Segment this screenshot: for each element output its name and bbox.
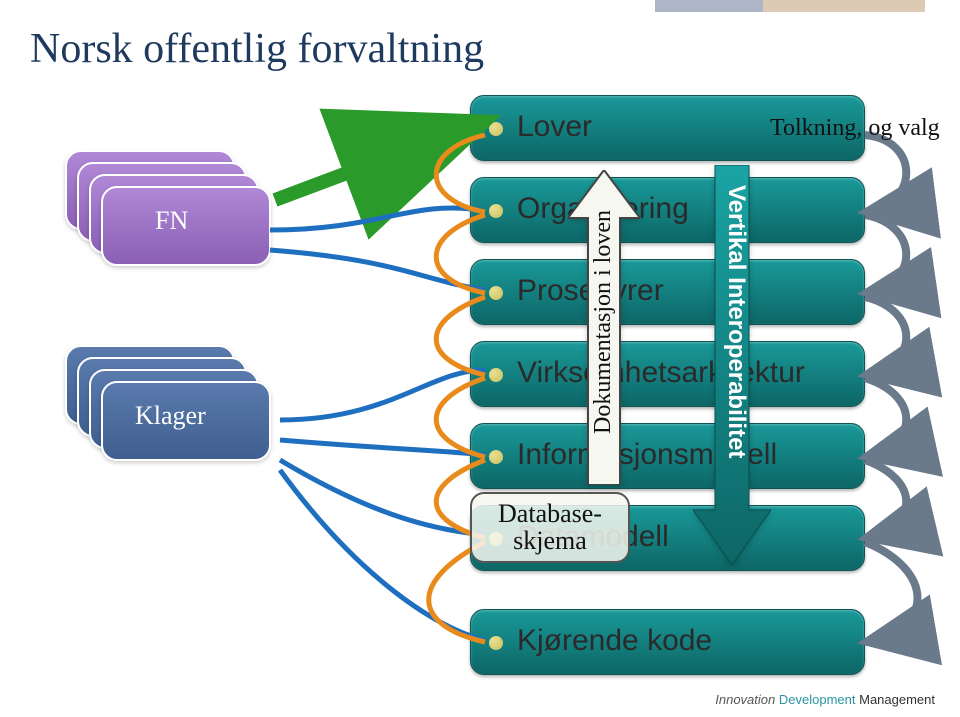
layer-prosedyrer: Prosedyrer	[470, 259, 865, 325]
fn-label: FN	[155, 206, 188, 236]
klager-label: Klager	[135, 401, 206, 431]
page-title: Norsk offentlig forvaltning	[30, 25, 484, 73]
tolkning-note: Tolkning, og valg	[770, 115, 940, 142]
layer-virksomhet: Virksomhetsarkitektur	[470, 341, 865, 407]
footer-brand: Innovation Development Management	[715, 692, 935, 707]
database-skjema-box: Database- skjema	[470, 492, 630, 563]
layer-organisering: Organisering	[470, 177, 865, 243]
decoration-bar	[655, 0, 925, 12]
layer-kode: Kjørende kode	[470, 609, 865, 675]
vertikal-label: Vertikal Interoperabilitet	[722, 185, 750, 458]
dokumentasjon-label: Dokumentasjon i loven	[590, 210, 617, 434]
layer-informasjon: Informasjonsmodell	[470, 423, 865, 489]
